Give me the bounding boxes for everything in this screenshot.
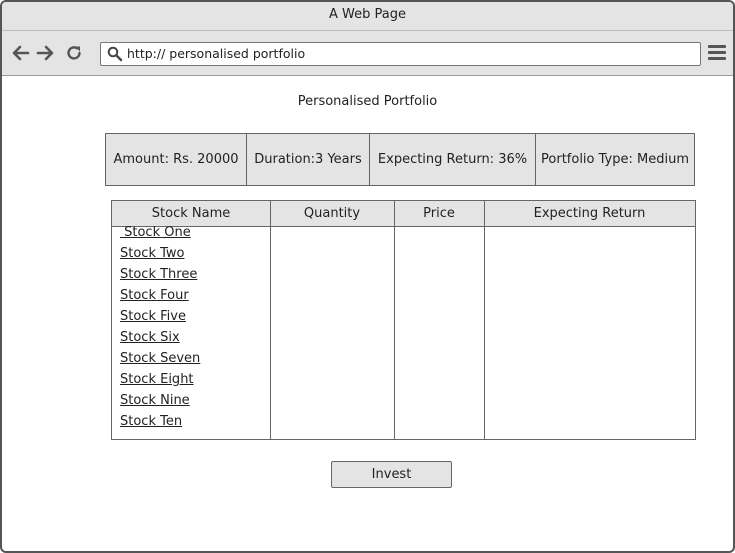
browser-toolbar	[2, 31, 733, 76]
search-icon	[107, 46, 123, 62]
stock-link-six[interactable]: Stock Six	[120, 331, 200, 352]
header-price: Price	[423, 206, 455, 221]
stock-link-ten[interactable]: Stock Ten	[120, 415, 200, 436]
header-stock-name: Stock Name	[151, 206, 231, 221]
invest-button[interactable]: Invest	[331, 461, 452, 488]
address-bar[interactable]	[100, 42, 701, 66]
column-divider	[270, 201, 271, 439]
stock-link-nine[interactable]: Stock Nine	[120, 394, 200, 415]
refresh-icon[interactable]	[64, 43, 84, 63]
column-divider	[484, 201, 485, 439]
portfolio-summary: Amount: Rs. 20000 Duration:3 Years Expec…	[105, 133, 695, 186]
stock-link-seven[interactable]: Stock Seven	[120, 352, 200, 373]
browser-window: A Web Page Personalised Portfolio Amount…	[0, 0, 735, 553]
stock-list: Stock One Stock Two Stock Three Stock Fo…	[120, 226, 200, 436]
stock-table: Stock Name Quantity Price Expecting Retu…	[111, 200, 696, 440]
stock-link-five[interactable]: Stock Five	[120, 310, 200, 331]
stock-link-one[interactable]: Stock One	[120, 226, 200, 247]
summary-portfolio-type: Portfolio Type: Medium	[541, 152, 689, 167]
stock-link-eight[interactable]: Stock Eight	[120, 373, 200, 394]
stock-link-three[interactable]: Stock Three	[120, 268, 200, 289]
summary-expecting-return: Expecting Return: 36%	[370, 134, 536, 185]
column-divider	[394, 201, 395, 439]
stock-link-four[interactable]: Stock Four	[120, 289, 200, 310]
url-input[interactable]	[127, 44, 687, 62]
forward-arrow-icon[interactable]	[35, 43, 55, 63]
summary-duration: Duration:3 Years	[247, 134, 370, 185]
page-title: Personalised Portfolio	[297, 94, 438, 109]
stock-link-two[interactable]: Stock Two	[120, 247, 200, 268]
window-title: A Web Page	[2, 2, 733, 31]
back-arrow-icon[interactable]	[11, 43, 31, 63]
table-header: Stock Name Quantity Price Expecting Retu…	[112, 201, 695, 227]
hamburger-menu-icon[interactable]	[708, 45, 726, 61]
header-quantity: Quantity	[303, 206, 361, 221]
header-expecting-return: Expecting Return	[533, 206, 646, 221]
summary-amount: Amount: Rs. 20000	[106, 134, 247, 185]
